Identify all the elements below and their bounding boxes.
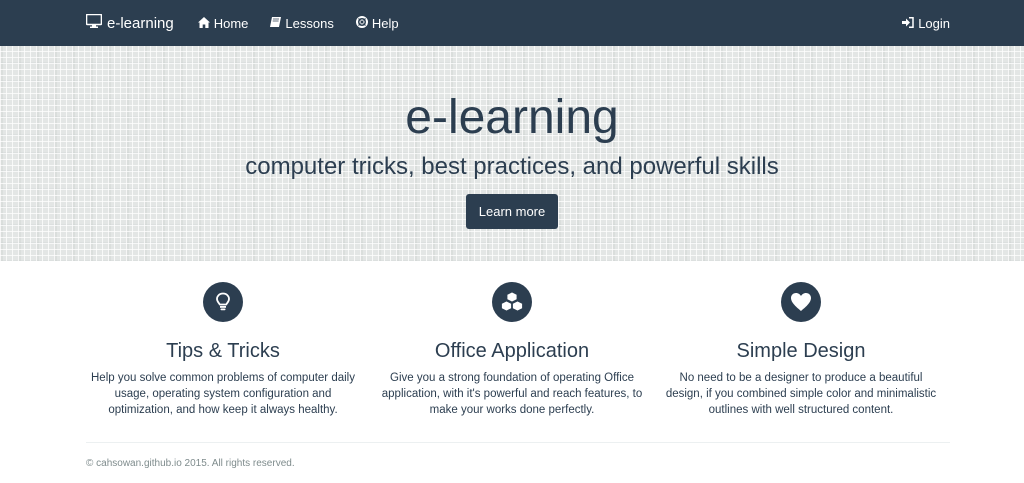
home-icon: [197, 16, 214, 31]
learn-more-button[interactable]: Learn more: [465, 194, 559, 229]
login-label: Login: [918, 15, 950, 31]
lightbulb-icon: [203, 282, 243, 322]
nav-item-help[interactable]: Help: [355, 15, 399, 31]
nav-label-home: Home: [213, 15, 249, 31]
nav-label-lessons: Lessons: [285, 15, 334, 31]
hero-subtitle: computer tricks, best practices, and pow…: [245, 153, 779, 180]
feature-text: No need to be a designer to produce a be…: [665, 372, 937, 416]
feature-title: Simple Design: [736, 340, 866, 362]
cubes-icon: [492, 282, 532, 322]
hero-title: e-learning: [405, 91, 619, 144]
monitor-icon: [85, 13, 107, 32]
login-link[interactable]: Login: [902, 16, 950, 31]
features-section: Tips & Tricks Help you solve common prob…: [0, 261, 1024, 418]
feature-title: Office Application: [434, 340, 590, 362]
brand-link[interactable]: e-learning: [85, 13, 174, 32]
nav-item-lessons[interactable]: Lessons: [270, 15, 334, 31]
sign-in-icon: [902, 16, 918, 31]
nav-item-home[interactable]: Home: [197, 15, 249, 31]
feature-text: Give you a strong foundation of operatin…: [381, 372, 643, 416]
hero-jumbotron: e-learning computer tricks, best practic…: [0, 46, 1024, 261]
copyright-text: © cahsowan.github.io 2015. All rights re…: [86, 458, 295, 469]
feature-design: Simple Design No need to be a designer t…: [664, 282, 938, 418]
footer: © cahsowan.github.io 2015. All rights re…: [0, 443, 1024, 469]
feature-tips: Tips & Tricks Help you solve common prob…: [86, 282, 360, 418]
nav-label-help: Help: [371, 15, 399, 31]
top-navbar: e-learning Home Lessons Help Login: [0, 0, 1024, 46]
lifebuoy-icon: [355, 15, 372, 31]
heart-icon: [781, 282, 821, 322]
feature-text: Help you solve common problems of comput…: [91, 372, 355, 416]
feature-office: Office Application Give you a strong fou…: [375, 282, 649, 418]
brand-label: e-learning: [107, 14, 174, 32]
book-icon: [270, 16, 285, 31]
feature-title: Tips & Tricks: [166, 340, 280, 362]
